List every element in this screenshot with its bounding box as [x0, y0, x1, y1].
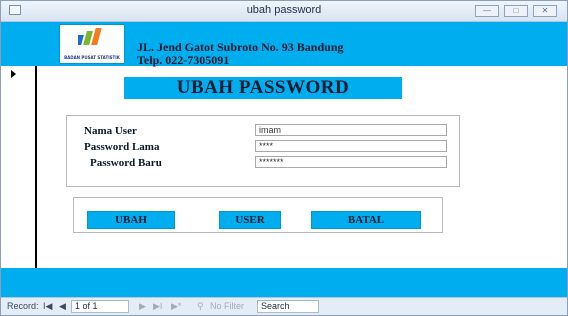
next-record-button[interactable]: ▶ — [139, 301, 146, 312]
maximize-button[interactable]: □ — [504, 5, 528, 17]
close-button[interactable]: ✕ — [533, 5, 557, 17]
address-block: JL. Jend Gatot Subroto No. 93 Bandung Te… — [137, 41, 344, 67]
filter-icon: ⚲ — [197, 301, 204, 311]
record-selector[interactable] — [1, 66, 37, 268]
form-content: BADAN PUSAT STATISTIK JL. Jend Gatot Sub… — [1, 22, 567, 297]
title-bar: ubah password — □ ✕ — [1, 1, 567, 22]
batal-button[interactable]: BATAL — [311, 211, 421, 229]
record-label: Record: — [7, 301, 39, 311]
record-position-input[interactable]: 1 of 1 — [71, 300, 129, 313]
nama-user-label: Nama User — [84, 125, 137, 137]
last-record-button[interactable]: ▶I — [153, 301, 162, 312]
password-lama-input[interactable]: **** — [255, 140, 447, 152]
user-button[interactable]: USER — [219, 211, 281, 229]
nama-user-input[interactable]: imam — [255, 124, 447, 136]
current-record-arrow-icon — [11, 70, 16, 78]
new-record-button[interactable]: ▶* — [171, 301, 181, 312]
logo-icon — [78, 28, 102, 45]
fields-panel: Nama User imam Password Lama **** Passwo… — [66, 115, 460, 187]
minimize-button[interactable]: — — [475, 5, 499, 17]
password-lama-label: Password Lama — [84, 141, 160, 153]
password-baru-input[interactable]: ******* — [255, 156, 447, 168]
footer-band — [1, 268, 567, 297]
logo: BADAN PUSAT STATISTIK — [59, 24, 125, 64]
phone-line: Telp. 022-7305091 — [137, 53, 230, 67]
previous-record-button[interactable]: ◀ — [59, 301, 66, 312]
logo-text: BADAN PUSAT STATISTIK — [64, 55, 120, 60]
ubah-button[interactable]: UBAH — [87, 211, 175, 229]
search-input[interactable]: Search — [257, 300, 319, 313]
password-baru-label: Password Baru — [90, 157, 162, 169]
address-line: JL. Jend Gatot Subroto No. 93 Bandung — [137, 40, 344, 54]
form-title: UBAH PASSWORD — [124, 77, 402, 99]
buttons-panel: UBAH USER BATAL — [73, 197, 443, 233]
app-window: ubah password — □ ✕ BADAN PUSAT STATISTI… — [0, 0, 568, 316]
filter-status[interactable]: No Filter — [210, 301, 244, 311]
header-band: BADAN PUSAT STATISTIK JL. Jend Gatot Sub… — [1, 22, 567, 67]
first-record-button[interactable]: I◀ — [43, 301, 52, 312]
record-navigation-bar: Record: I◀ ◀ 1 of 1 ▶ ▶I ▶* ⚲ No Filter … — [1, 297, 567, 315]
